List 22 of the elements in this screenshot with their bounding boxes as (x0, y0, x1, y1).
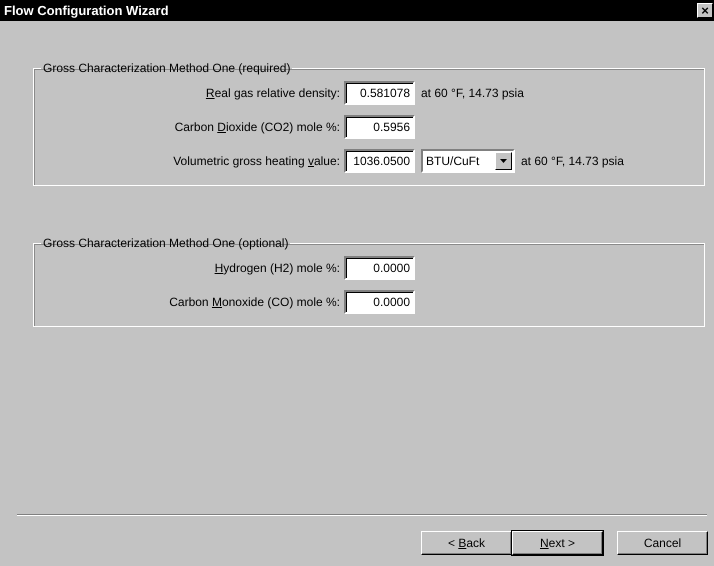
field-label: Volumetric gross heating value: (172, 154, 340, 168)
caret-icon (500, 159, 507, 163)
dropdown-arrow-button[interactable] (495, 152, 512, 170)
input-field[interactable]: 1036.0500 (344, 149, 415, 173)
group-title: Gross Characterization Method One (optional) (42, 236, 290, 250)
wizard-button[interactable]: Next > (512, 531, 603, 555)
close-button[interactable]: × (697, 3, 713, 18)
input-field[interactable]: 0.581078 (344, 81, 415, 105)
field-label: Real gas relative density: (204, 86, 340, 100)
unit-note: at 60 °F, 14.73 psia (521, 154, 624, 168)
window-title: Flow Configuration Wizard (4, 3, 169, 18)
group-title: Gross Characterization Method One (required) (42, 61, 292, 75)
input-field[interactable]: 0.0000 (344, 290, 415, 314)
wizard-button[interactable]: < Back (421, 531, 512, 555)
wizard-button[interactable]: Cancel (617, 531, 708, 555)
input-field[interactable]: 0.0000 (344, 256, 415, 280)
unit-dropdown[interactable]: BTU/CuFt (421, 149, 515, 173)
input-field[interactable]: 0.5956 (344, 115, 415, 139)
field-label: Carbon Dioxide (CO2) mole %: (174, 120, 340, 134)
field-label: Carbon Monoxide (CO) mole %: (168, 295, 340, 309)
unit-note: at 60 °F, 14.73 psia (421, 86, 524, 100)
field-label: Hydrogen (H2) mole %: (214, 261, 340, 275)
